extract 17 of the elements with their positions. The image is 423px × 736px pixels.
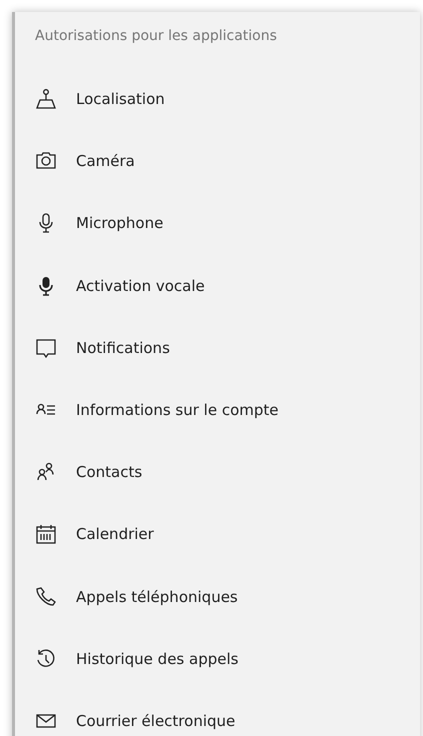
phone-icon [35,586,57,608]
speech-bubble-icon [35,336,57,359]
menu-item[interactable]: Contacts [76,463,142,482]
history-icon [35,648,57,670]
section-title: Autorisations pour les applications [35,27,278,46]
menu-item[interactable]: Microphone [76,214,164,232]
menu-item[interactable]: Activation vocale [76,276,205,295]
menu-item[interactable]: Notifications [76,338,170,357]
map-pin-icon [35,88,57,110]
menu-item[interactable]: Caméra [76,152,135,170]
menu-item[interactable]: Courrier électronique [76,712,236,730]
calendar-icon [35,523,57,546]
menu-item[interactable]: Localisation [76,90,165,108]
menu-item[interactable]: Calendrier [76,525,154,544]
menu-item[interactable]: Informations sur le compte [76,401,278,420]
menu-item[interactable]: Appels téléphoniques [76,588,238,606]
menu-item[interactable]: Historique des appels [76,650,238,668]
